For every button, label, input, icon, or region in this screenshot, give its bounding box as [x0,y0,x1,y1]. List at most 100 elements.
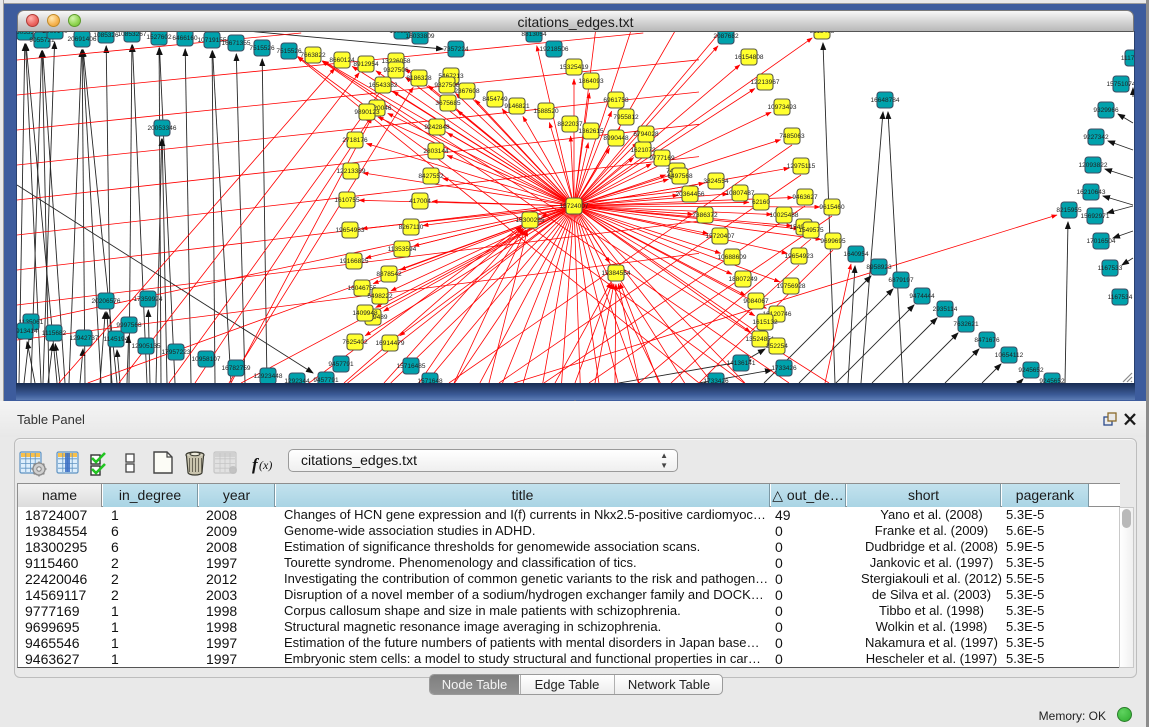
svg-text:12923448: 12923448 [254,373,283,380]
svg-text:10973493: 10973493 [768,104,797,111]
svg-text:9245652: 9245652 [1018,367,1044,374]
svg-text:6497568: 6497568 [667,173,693,180]
svg-text:16914479: 16914479 [376,340,405,347]
svg-text:9997568: 9997568 [116,322,142,329]
svg-text:8822037: 8822037 [557,121,583,128]
svg-text:3824554: 3824554 [703,178,729,185]
svg-text:6961758: 6961758 [603,97,629,104]
svg-text:8267110: 8267110 [399,224,424,231]
svg-text:(x): (x) [259,458,272,472]
svg-text:9474444: 9474444 [909,293,935,300]
svg-text:417004: 417004 [409,198,431,205]
svg-text:9457791: 9457791 [328,361,354,368]
svg-text:8813054: 8813054 [521,32,547,38]
svg-text:9615460: 9615460 [819,204,845,211]
svg-text:16543382: 16543382 [369,82,398,89]
svg-text:18807249: 18807249 [729,276,758,283]
svg-text:8912954: 8912954 [353,61,379,68]
svg-text:15325419: 15325419 [560,64,589,71]
svg-text:8427552: 8427552 [418,173,444,180]
svg-text:15692971: 15692971 [1081,213,1110,220]
svg-text:9084067: 9084067 [743,298,769,305]
svg-text:8878542: 8878542 [376,271,402,278]
svg-text:10025488: 10025488 [770,212,799,219]
svg-text:17359924: 17359924 [134,296,163,303]
svg-text:11353594: 11353594 [388,246,417,253]
svg-text:8990448: 8990448 [603,135,629,142]
svg-text:9113468: 9113468 [810,32,835,35]
svg-text:1615132: 1615132 [752,319,778,326]
svg-text:5498222: 5498222 [367,293,393,300]
svg-text:9777169: 9777169 [649,155,675,162]
svg-text:1610755: 1610755 [334,197,360,204]
svg-text:9146821: 9146821 [504,103,530,110]
svg-text:16648784: 16648784 [871,97,900,104]
svg-text:10654112: 10654112 [995,352,1024,359]
svg-text:12905135: 12905135 [132,343,161,350]
svg-text:7515526: 7515526 [249,45,275,52]
svg-text:2718176: 2718176 [342,137,368,144]
svg-text:17016504: 17016504 [1087,238,1116,245]
svg-text:1362615: 1362615 [578,128,604,135]
svg-text:20364456: 20364456 [676,191,705,198]
svg-text:1549575: 1549575 [798,227,824,234]
svg-text:7632621: 7632621 [953,321,979,328]
svg-text:20053346: 20053346 [148,125,177,132]
svg-text:1640954: 1640954 [843,251,869,258]
svg-text:10688609: 10688609 [718,254,747,261]
svg-text:9242848: 9242848 [424,124,450,131]
svg-text:19384554: 19384554 [602,270,631,277]
svg-text:12942737: 12942737 [70,335,99,342]
svg-text:19166825: 19166825 [340,258,369,265]
svg-text:8471676: 8471676 [974,337,1000,344]
svg-text:1409948: 1409948 [352,310,378,317]
svg-text:16210643: 16210643 [1077,189,1106,196]
svg-text:18724007: 18724007 [560,203,589,210]
svg-text:19654923: 19654923 [785,253,814,260]
svg-text:1864093: 1864093 [578,78,604,85]
svg-text:12975115: 12975115 [787,163,816,170]
svg-text:15751074: 15751074 [1107,81,1134,88]
svg-text:7357224: 7357224 [443,46,469,53]
svg-text:7386372: 7386372 [692,212,718,219]
svg-text:1167533: 1167533 [1098,265,1123,272]
svg-text:2069140: 2069140 [42,32,68,35]
svg-text:10853267: 10853267 [118,32,147,38]
svg-text:16782759: 16782759 [222,365,251,372]
svg-text:8215955: 8215955 [1056,207,1082,214]
svg-text:7663822: 7663822 [300,52,326,59]
svg-text:1167534: 1167534 [1108,294,1133,301]
svg-text:16154808: 16154808 [735,54,764,61]
svg-text:62160: 62160 [752,199,770,206]
svg-text:1117353: 1117353 [1121,55,1134,62]
svg-text:7515526: 7515526 [276,48,302,55]
svg-text:9699695: 9699695 [820,238,846,245]
svg-text:2935114: 2935114 [933,306,958,313]
svg-text:8660124: 8660124 [329,57,355,64]
svg-text:1621072: 1621072 [630,147,656,154]
svg-text:16671355: 16671355 [222,40,251,47]
svg-text:10807487: 10807487 [726,190,755,197]
svg-text:2087682: 2087682 [713,33,739,40]
svg-text:8454749: 8454749 [482,96,508,103]
svg-text:7625402: 7625402 [342,339,368,346]
svg-text:9329966: 9329966 [1093,107,1119,114]
svg-text:1115682: 1115682 [42,330,67,337]
svg-text:19218506: 19218506 [540,46,569,53]
svg-text:9327506: 9327506 [383,67,409,74]
svg-text:14136141: 14136141 [727,360,756,367]
svg-text:252254: 252254 [766,343,788,350]
svg-text:15716485: 15716485 [397,363,426,370]
svg-text:20206576: 20206576 [92,298,121,305]
svg-text:9227342: 9227342 [1083,134,1109,141]
svg-text:19654983: 19654983 [336,227,365,234]
svg-text:12213389: 12213389 [337,168,366,175]
svg-text:2367608: 2367608 [454,88,480,95]
svg-text:15720407: 15720407 [706,233,735,240]
svg-text:10958107: 10958107 [192,356,221,363]
svg-text:9463627: 9463627 [792,194,818,201]
svg-text:7955812: 7955812 [613,114,639,121]
svg-text:16033809: 16033809 [406,33,435,40]
svg-text:6466160: 6466160 [172,35,198,42]
svg-text:3913414: 3913414 [17,328,38,335]
